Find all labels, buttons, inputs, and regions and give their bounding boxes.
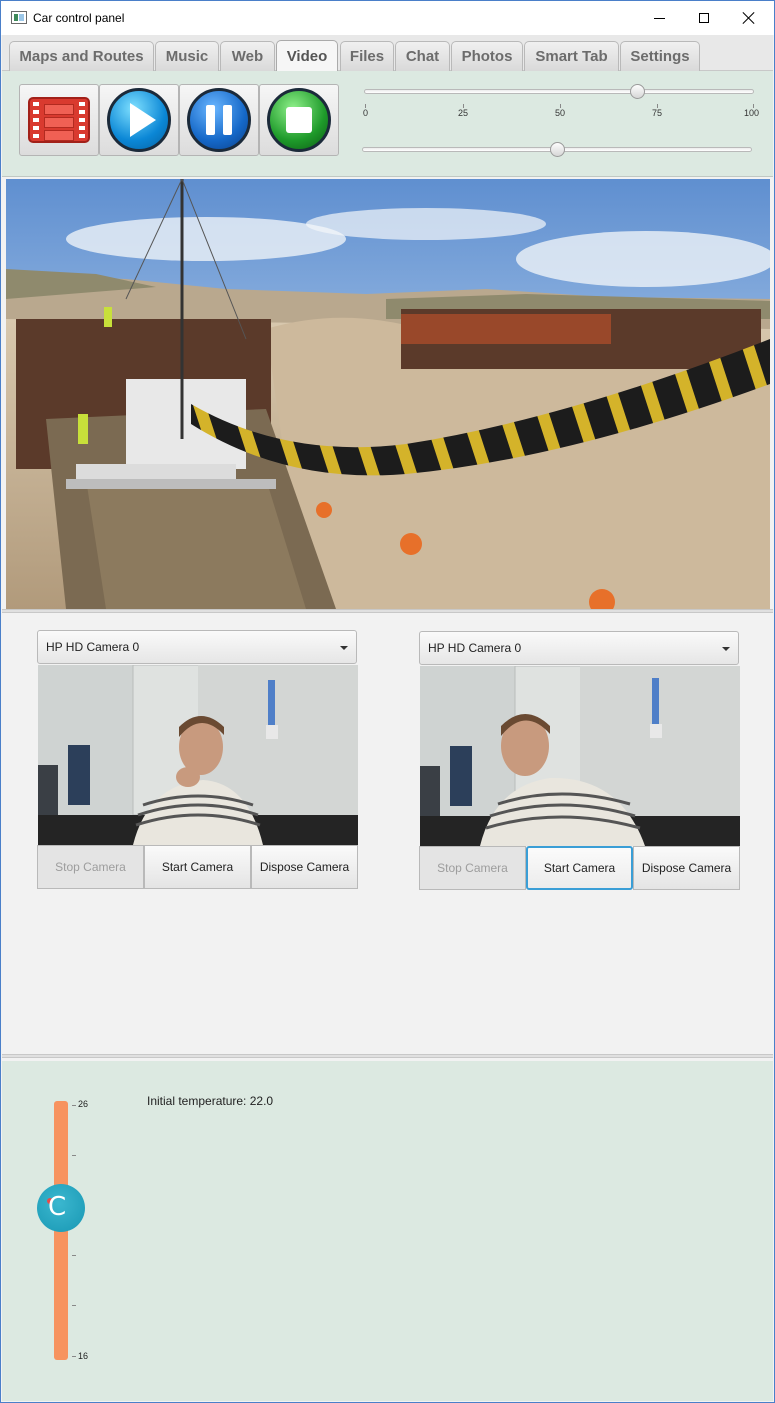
close-button[interactable] (726, 1, 772, 35)
start-camera-button-2[interactable]: Start Camera (526, 846, 633, 890)
temperature-knob[interactable]: C (37, 1184, 85, 1232)
minimize-button[interactable] (636, 1, 682, 35)
pause-button[interactable] (179, 84, 259, 156)
progress-tick-label: 75 (652, 108, 663, 118)
app-window: Car control panel Maps and Routes Music … (0, 0, 775, 1403)
tab-maps-and-routes[interactable]: Maps and Routes (9, 41, 154, 71)
temperature-min-label: 16 (78, 1351, 89, 1361)
play-icon (107, 88, 171, 152)
temperature-tick (72, 1255, 76, 1256)
camera-select-value: HP HD Camera 0 (428, 641, 522, 655)
webcam-image (420, 666, 740, 846)
progress-tick-label: 50 (555, 108, 566, 118)
tab-files[interactable]: Files (340, 41, 394, 71)
temperature-tick (72, 1305, 76, 1306)
section-divider (2, 609, 773, 613)
progress-tick-label: 25 (458, 108, 469, 118)
dispose-camera-button-1[interactable]: Dispose Camera (251, 845, 358, 889)
temperature-tick (72, 1155, 76, 1156)
camera-feed-2 (420, 666, 740, 846)
stop-icon (267, 88, 331, 152)
tab-settings[interactable]: Settings (620, 41, 700, 71)
dispose-camera-button-2[interactable]: Dispose Camera (633, 846, 740, 890)
section-divider (2, 1054, 773, 1058)
maximize-icon (699, 13, 709, 23)
app-icon (11, 11, 27, 24)
video-frame (6, 179, 770, 609)
webcam-image (38, 665, 358, 845)
title-bar: Car control panel (1, 1, 774, 35)
progress-tick-label: 0 (363, 108, 369, 118)
stop-camera-button-1[interactable]: Stop Camera (37, 845, 144, 889)
tab-smart-tab[interactable]: Smart Tab (524, 41, 619, 71)
volume-slider-thumb[interactable] (550, 142, 565, 157)
temperature-tick (72, 1356, 76, 1357)
progress-slider-track[interactable] (364, 89, 754, 94)
chevron-down-icon (340, 646, 348, 650)
close-icon (743, 12, 755, 24)
player-controls (2, 71, 773, 177)
play-button[interactable] (99, 84, 179, 156)
tab-music[interactable]: Music (155, 41, 219, 71)
film-icon (28, 97, 90, 143)
window-title: Car control panel (33, 11, 125, 25)
progress-slider-thumb[interactable] (629, 84, 645, 99)
chevron-down-icon (722, 647, 730, 651)
tab-chat[interactable]: Chat (395, 41, 450, 71)
temperature-max-label: 26 (78, 1099, 89, 1109)
tab-bar: Maps and Routes Music Web Video Files Ch… (2, 35, 773, 71)
temperature-tick (72, 1105, 76, 1106)
camera-select-value: HP HD Camera 0 (46, 640, 140, 654)
temperature-panel: 26 16 C Initial temperature: 22.0 (2, 1061, 773, 1401)
camera-feed-1 (38, 665, 358, 845)
camera-select-2[interactable]: HP HD Camera 0 (419, 631, 739, 665)
open-video-button[interactable] (19, 84, 99, 156)
construction-site-image (6, 179, 770, 609)
pause-icon (187, 88, 251, 152)
stop-camera-button-2[interactable]: Stop Camera (419, 846, 526, 890)
minimize-icon (653, 17, 665, 19)
tab-photos[interactable]: Photos (451, 41, 523, 71)
initial-temperature-text: Initial temperature: 22.0 (147, 1094, 274, 1108)
celsius-icon: C (48, 1192, 67, 1222)
tab-video[interactable]: Video (276, 40, 338, 71)
tab-web[interactable]: Web (220, 41, 275, 71)
stop-button[interactable] (259, 84, 339, 156)
progress-tick-label: 100 (744, 108, 760, 118)
maximize-button[interactable] (681, 1, 727, 35)
start-camera-button-1[interactable]: Start Camera (144, 845, 251, 889)
camera-select-1[interactable]: HP HD Camera 0 (37, 630, 357, 664)
